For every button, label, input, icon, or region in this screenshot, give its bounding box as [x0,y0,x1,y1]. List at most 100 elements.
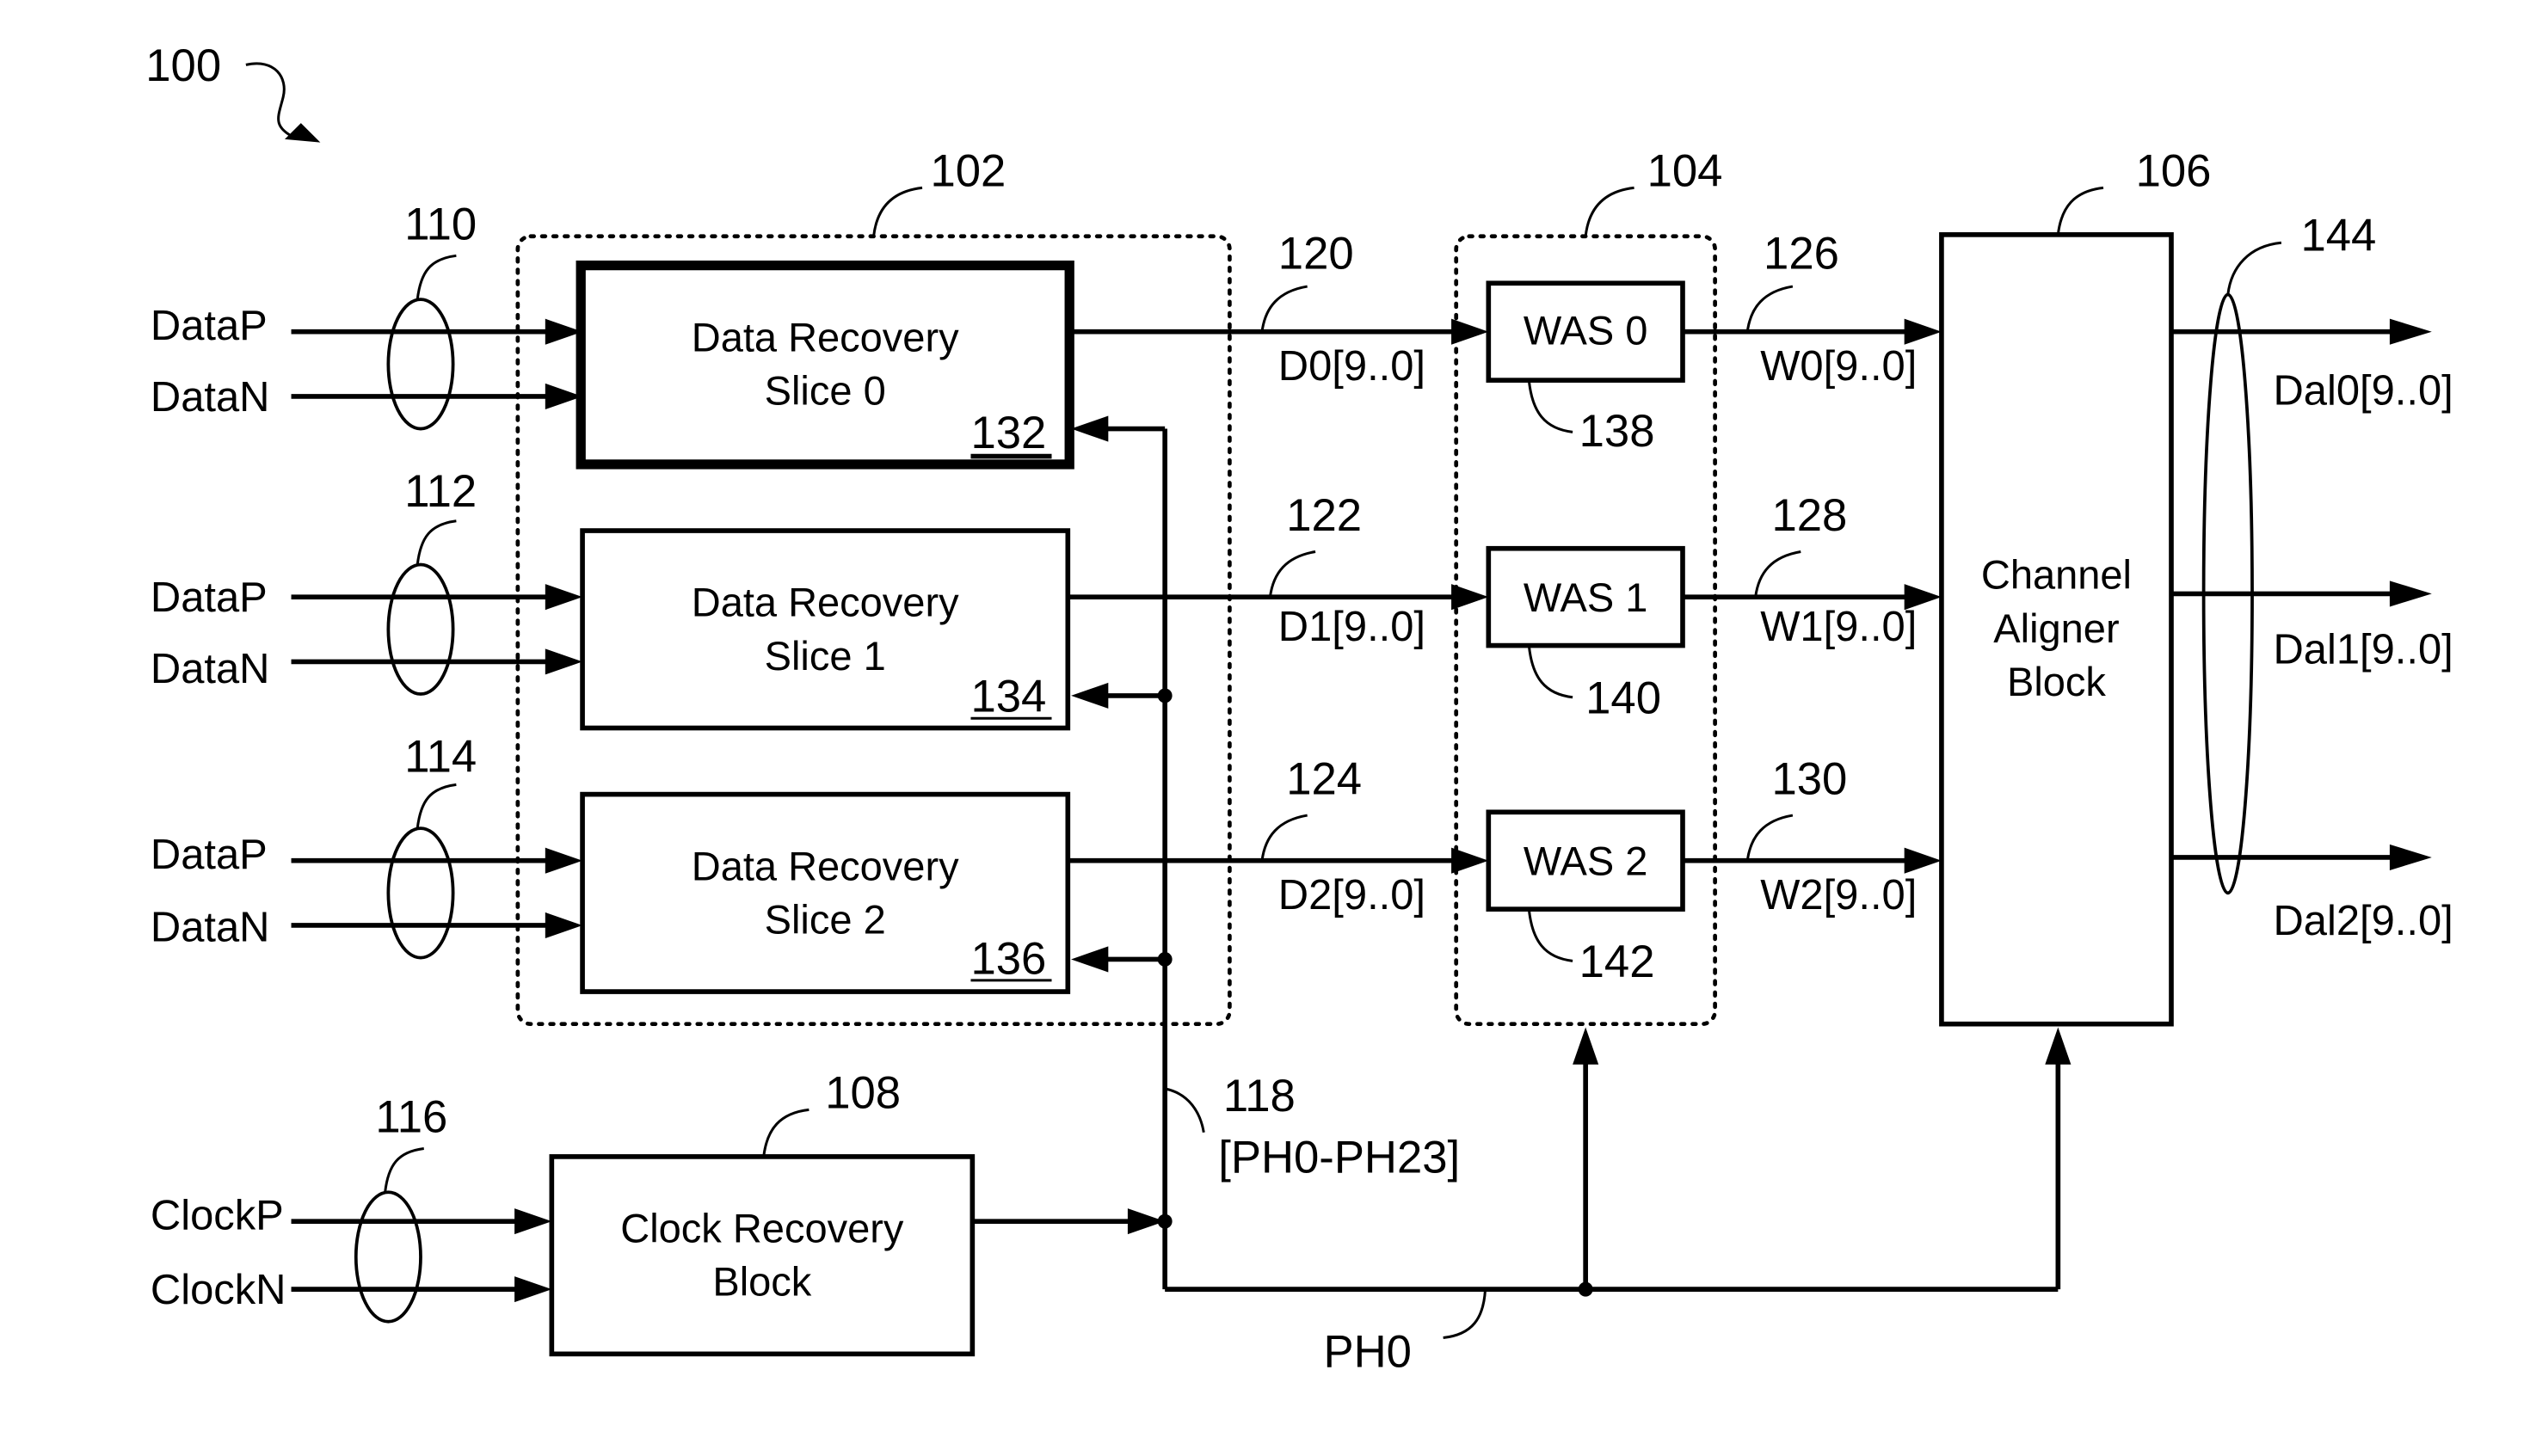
bus-leader [1745,814,1794,861]
arrowhead [1451,847,1489,874]
clock-ref: 108 [825,1067,901,1118]
slice-2-label-2: Slice 2 [765,896,886,942]
output-dal2: Dal2[9..0] [2273,898,2453,944]
phase-bus-ref: 118 [1223,1071,1296,1121]
slice-0-label-1: Data Recovery [692,314,959,359]
figure-ref-leader [245,62,295,139]
was-leader [1527,379,1573,433]
was-0-label: WAS 0 [1524,308,1648,353]
ph0-line: PH0 [1165,1027,2072,1377]
slice-1-label-2: Slice 1 [765,633,886,679]
slice-0-label-2: Slice 0 [765,367,886,413]
input-datap-0: DataP [151,303,268,349]
bundle-leader [2226,241,2282,295]
bundle-ref-114: 114 [404,731,477,782]
bus-label-d1: D1[9..0] [1278,604,1425,650]
bus-leader [1754,550,1801,598]
was-group-ref: 104 [1647,145,1723,196]
output-dal1: Dal1[9..0] [2273,626,2453,673]
bundle-ref-116: 116 [375,1092,447,1143]
slice-row-2: DataP DataN 114 Data Recovery Slice 2 13… [151,731,1071,994]
arrowhead [2389,318,2432,345]
bundle-ref-112: 112 [404,466,477,517]
aligner-label-3: Block [2007,659,2106,704]
was-2-label: WAS 2 [1524,839,1648,884]
slice-group-leader [872,186,923,237]
bundle-ref-110: 110 [404,200,477,250]
input-datan-2: DataN [151,905,270,951]
channel-aligner-block: Channel Aligner Block 106 [1939,145,2212,1027]
clock-label-2: Block [712,1259,811,1305]
bus-leader [1745,285,1794,332]
bundle-ellipse-116 [354,1190,422,1324]
slice-row-1: DataP DataN 112 Data Recovery Slice 1 13… [151,466,1071,731]
arrowhead [2045,1027,2072,1065]
aligner-ref: 106 [2136,145,2212,196]
bundle-leader [416,783,457,829]
bus-leader [1260,285,1308,332]
arrowhead [545,584,583,611]
arrowhead [514,1276,552,1303]
clock-leader [762,1108,810,1158]
input-datap-2: DataP [151,832,268,878]
was-leader [1527,645,1573,699]
slice-0-ref: 132 [970,408,1046,458]
bus-leader [1260,814,1308,861]
input-datan-1: DataN [151,646,270,692]
slice-1-label-1: Data Recovery [692,580,959,625]
clock-recovery: ClockP ClockN 116 Clock Recovery Block 1… [151,1067,1166,1357]
aligner-label-2: Aligner [1993,605,2119,651]
input-clockp: ClockP [151,1193,284,1239]
input-datap-1: DataP [151,574,268,621]
bus-ref-128: 128 [1771,490,1847,541]
bundle-ellipse-112 [386,562,455,696]
was-outputs: 126 W0[9..0] 128 W1[9..0] 130 W2[9..0] [1683,228,1942,918]
slice-group-ref: 102 [930,145,1006,196]
arrowhead [545,847,583,874]
bus-ref-122: 122 [1286,490,1362,541]
bundle-ellipse-114 [386,826,455,960]
aligned-outputs: Dal0[9..0] Dal1[9..0] Dal2[9..0] 144 [2170,211,2453,944]
aligner-label-1: Channel [1981,552,2132,598]
phase-bus-leader [1164,1087,1205,1133]
ph0-label: PH0 [1323,1326,1411,1377]
arrowhead [1904,318,1942,345]
arrowhead [2389,581,2432,607]
arrowhead [1071,946,1109,973]
was-1-label: WAS 1 [1524,574,1648,620]
slice-2-label-1: Data Recovery [692,843,959,888]
input-datan-0: DataN [151,374,270,421]
slice-row-0: DataP DataN 110 Data Recovery Slice 0 13… [151,200,1074,470]
was-1-ref: 140 [1585,673,1661,724]
was-0-ref: 138 [1579,406,1655,457]
clock-label-1: Clock Recovery [620,1206,904,1251]
phase-bus-label: [PH0-PH23] [1218,1133,1460,1183]
arrowhead [1071,682,1109,709]
bus-ref-120: 120 [1278,228,1354,279]
arrowhead [545,648,583,675]
bundle-leader [416,519,457,565]
arrowhead [514,1208,552,1235]
was-blocks: WAS 0 138 WAS 1 140 WAS 2 142 [1486,280,1685,987]
bus-ref-130: 130 [1771,754,1847,805]
bundle-leader [416,254,457,300]
arrowhead [1904,847,1942,874]
figure-ref-arrowhead [285,123,321,143]
junction-dot [1157,951,1173,967]
bus-ref-126: 126 [1764,228,1839,279]
arrowhead [1573,1027,1599,1065]
bundle-leader [384,1147,424,1193]
phase-bus: 118 [PH0-PH23] [1071,415,1460,1290]
was-group-leader [1584,186,1634,237]
bus-label-d2: D2[9..0] [1278,872,1425,918]
arrowhead [2389,844,2432,871]
arrowhead [1071,415,1109,442]
bundle-ellipse-110 [386,298,455,431]
block-diagram: 100 102 104 DataP DataN 110 Data Recover… [145,40,2453,1377]
aligner-leader [2056,186,2104,236]
figure-ref: 100 [145,40,221,91]
arrowhead [545,912,583,938]
bus-label-w2: W2[9..0] [1760,872,1917,918]
bus-label-w0: W0[9..0] [1760,343,1917,390]
arrowhead [1451,584,1489,611]
